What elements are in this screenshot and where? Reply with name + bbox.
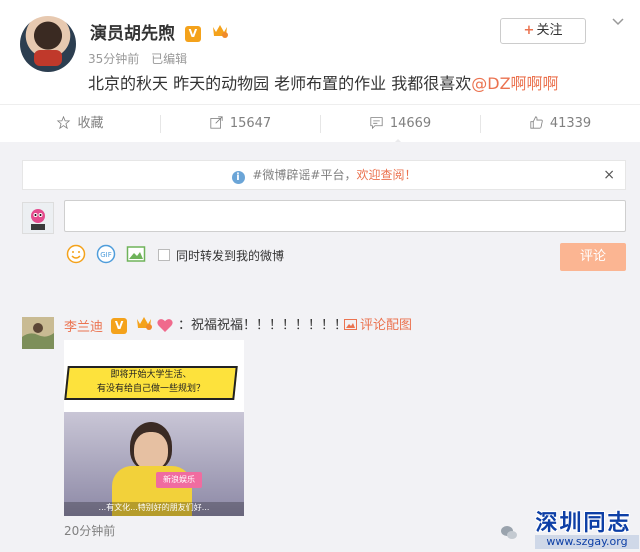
post-text: 北京的秋天 昨天的动物园 老师布置的作业 我都很喜欢 xyxy=(88,74,472,93)
site-watermark: 深圳同志 www.szgay.org xyxy=(527,505,640,552)
close-icon[interactable]: × xyxy=(603,161,615,189)
comment-count: 14669 xyxy=(389,116,432,131)
commenter-avatar[interactable] xyxy=(22,317,54,349)
comment-pic-label: 评论配图 xyxy=(360,318,413,333)
info-icon: i xyxy=(231,171,245,184)
image-subtitle: ...有文化...特别好的朋友们好... xyxy=(64,502,244,516)
follow-button[interactable]: + 关注 xyxy=(500,18,586,44)
repost-label: 同时转发到我的微博 xyxy=(176,249,285,263)
like-count: 41339 xyxy=(549,116,592,131)
chevron-down-icon[interactable] xyxy=(608,12,628,32)
repost-icon xyxy=(210,116,223,129)
post-edited-label[interactable]: 已编辑 xyxy=(151,52,187,66)
post-time[interactable]: 35分钟前 xyxy=(88,52,139,66)
watermark-title: 深圳同志 xyxy=(535,511,632,536)
rumor-notice: i #微博辟谣#平台，欢迎查阅！ × xyxy=(22,160,626,190)
post-action-bar: 收藏 15647 14669 41339 xyxy=(0,104,640,145)
comment-image[interactable]: 即将开始大学生活、 有没有给自己做一些规划？ 新浪娱乐 ...有文化...特别好… xyxy=(64,340,244,516)
notice-text: #微博辟谣#平台， xyxy=(252,168,357,182)
comment-pic-link[interactable]: 评论配图 xyxy=(344,314,412,333)
submit-comment-button[interactable]: 评论 xyxy=(560,243,626,271)
verified-badge-icon: V xyxy=(184,26,201,42)
post-meta: 35分钟前 已编辑 xyxy=(88,50,195,67)
watermark-url: www.szgay.org xyxy=(535,535,639,549)
comment-panel: i #微博辟谣#平台，欢迎查阅！ × GIF 同时转发到我的微博 评论 李兰迪 … xyxy=(0,142,640,552)
repost-checkbox[interactable] xyxy=(158,249,170,261)
follow-label: 关注 xyxy=(536,23,563,38)
image-icon[interactable] xyxy=(126,244,146,264)
repost-button[interactable]: 15647 xyxy=(160,105,320,143)
comment-input[interactable] xyxy=(64,200,626,232)
repost-count: 15647 xyxy=(229,116,272,131)
thumbs-up-icon xyxy=(530,116,543,129)
heart-icon xyxy=(157,318,174,337)
favorite-button[interactable]: 收藏 xyxy=(0,105,160,143)
crown-badge-icon xyxy=(135,314,153,330)
emoji-icon[interactable] xyxy=(66,244,86,264)
comment-button[interactable]: 14669 xyxy=(320,105,480,143)
commenter-name[interactable]: 李兰迪 xyxy=(64,320,103,335)
picture-icon xyxy=(344,319,357,330)
verified-badge-icon: V xyxy=(111,318,128,334)
image-caption-line-2: 有没有给自己做一些规划？ xyxy=(96,384,205,394)
image-caption-line-1: 即将开始大学生活、 xyxy=(110,370,192,380)
svg-text:GIF: GIF xyxy=(100,251,112,259)
wechat-logo-icon xyxy=(500,524,518,542)
image-badge: 新浪娱乐 xyxy=(156,472,202,488)
post-author-line: 演员胡先煦 V xyxy=(90,19,229,44)
comment-text: ：祝福祝福！！！！！！！！ xyxy=(178,318,348,333)
post-content: 北京的秋天 昨天的动物园 老师布置的作业 我都很喜欢@DZ啊啊啊 xyxy=(88,70,559,94)
commenter-name-line: 李兰迪 V xyxy=(64,314,174,337)
mention-link[interactable]: @DZ啊啊啊 xyxy=(471,74,558,93)
favorite-label: 收藏 xyxy=(77,116,104,131)
my-avatar[interactable] xyxy=(22,202,54,234)
star-icon xyxy=(57,116,71,129)
like-button[interactable]: 41339 xyxy=(480,105,640,143)
gif-icon[interactable]: GIF xyxy=(96,244,116,264)
comment-time[interactable]: 20分钟前 xyxy=(64,522,115,539)
author-avatar[interactable] xyxy=(20,16,76,72)
comment-icon xyxy=(370,117,383,129)
crown-badge-icon xyxy=(211,22,229,38)
notice-link[interactable]: 欢迎查阅！ xyxy=(356,168,416,182)
post-author-name[interactable]: 演员胡先煦 xyxy=(90,24,175,44)
weibo-post: 演员胡先煦 V 35分钟前 已编辑 北京的秋天 昨天的动物园 老师布置的作业 我… xyxy=(0,0,640,104)
plus-icon: + xyxy=(523,23,535,38)
